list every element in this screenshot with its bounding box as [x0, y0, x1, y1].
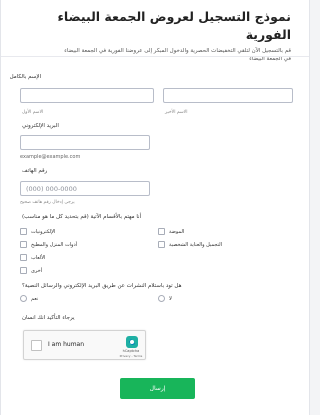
captcha-text: I am human — [48, 341, 85, 348]
full-name-label: الإسم بالكامل — [9, 74, 41, 80]
interest-electronics-checkbox[interactable] — [20, 228, 27, 235]
interest-home-kitchen-label: أدوات المنزل والمطبخ — [31, 242, 78, 248]
header-divider — [1, 56, 309, 57]
last-name-sublabel: الاسم الأخير — [165, 110, 188, 115]
newsletter-question: هل تود باستلام النشرات عن طريق البريد ال… — [22, 283, 182, 289]
first-name-sublabel: الاسم الأول — [22, 110, 44, 115]
hcaptcha-widget: I am human hCaptcha Privacy - Terms — [23, 330, 146, 360]
form-header: نموذج التسجيل لعروض الجمعة البيضاء الفور… — [11, 8, 291, 63]
form-title: نموذج التسجيل لعروض الجمعة البيضاء الفور… — [57, 9, 291, 42]
email-input[interactable] — [20, 135, 150, 150]
phone-label: رقم الهاتف — [22, 168, 48, 174]
phone-hint: يرجى إدخال رقم هاتف صحيح — [20, 200, 75, 205]
interests-question: أنا مهتم بالأقسام الآتية (قم بتحديد كل م… — [22, 214, 142, 220]
captcha-checkbox[interactable] — [31, 340, 42, 351]
interest-fashion-checkbox[interactable] — [158, 228, 165, 235]
email-label: البريد الإلكتروني — [22, 123, 59, 129]
interest-games-checkbox[interactable] — [20, 254, 27, 261]
hcaptcha-logo-icon — [126, 336, 138, 348]
last-name-input[interactable] — [20, 88, 154, 103]
interest-home-kitchen-checkbox[interactable] — [20, 241, 27, 248]
interest-electronics-label: الإلكترونيات — [31, 229, 56, 235]
first-name-input[interactable] — [163, 88, 293, 103]
newsletter-yes-label: نعم — [31, 296, 39, 302]
newsletter-no-radio[interactable] — [158, 295, 165, 302]
newsletter-no-label: لا — [169, 296, 172, 302]
captcha-brand: hCaptcha — [122, 349, 140, 353]
interest-fashion-label: الموضة — [169, 229, 185, 235]
email-hint: example@example.com — [20, 154, 81, 160]
phone-input[interactable] — [20, 181, 150, 196]
newsletter-yes-radio[interactable] — [20, 295, 27, 302]
interest-beauty-label: التجميل والعناية الشخصية — [169, 242, 222, 248]
form-card: نموذج التسجيل لعروض الجمعة البيضاء الفور… — [0, 0, 310, 415]
form-subtitle: قم بالتسجيل الآن لتلقي التخفيضات الحصرية… — [64, 48, 291, 54]
interest-other-label: أخرى — [31, 268, 43, 274]
interest-other-checkbox[interactable] — [20, 267, 27, 274]
captcha-label: يرجاء التأكيد انك انسان — [22, 315, 75, 321]
captcha-terms-link[interactable]: Privacy - Terms — [116, 354, 146, 358]
submit-button[interactable]: إرسال — [120, 378, 195, 399]
interest-beauty-checkbox[interactable] — [158, 241, 165, 248]
interest-games-label: الألعاب — [31, 255, 46, 261]
